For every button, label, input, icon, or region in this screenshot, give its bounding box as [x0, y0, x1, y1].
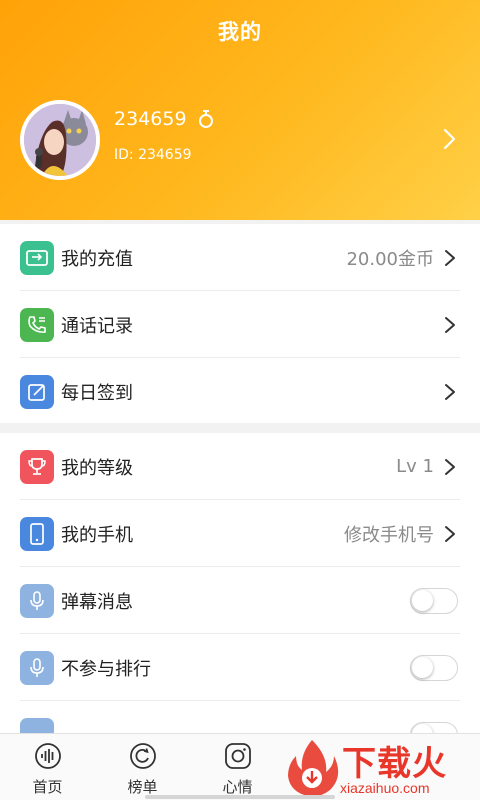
settings-group-account: 我的充值 20.00金币 通话记录 每日签到 — [0, 224, 480, 423]
camera-icon — [224, 743, 251, 769]
chevron-right-icon — [445, 249, 455, 266]
profile-header: 我的 234659 ID: 234659 — [0, 0, 480, 220]
tab-ranking[interactable]: 榜单 — [95, 734, 190, 800]
chevron-right-icon — [445, 316, 455, 333]
tab-mood[interactable]: 心情 — [190, 734, 285, 800]
username-text: 234659 — [114, 108, 187, 130]
microphone-icon — [20, 717, 54, 733]
tab-label: 榜单 — [127, 778, 158, 796]
toggle-knob — [412, 723, 433, 733]
level-value: Lv 1 — [396, 456, 434, 477]
coin-balance: 20.00金币 — [346, 248, 434, 270]
row-label: 我的充值 — [61, 248, 133, 270]
row-my-phone[interactable]: 我的手机 修改手机号 — [0, 500, 480, 567]
tab-label: 心情 — [222, 778, 253, 796]
user-id: ID: 234659 — [114, 147, 192, 163]
row-danmaku-messages: 弹幕消息 — [0, 567, 480, 634]
partial-toggle[interactable] — [410, 721, 458, 733]
call-log-icon — [20, 307, 54, 342]
username: 234659 — [114, 108, 215, 130]
flame-logo-icon — [288, 740, 339, 797]
tab-label: 首页 — [32, 778, 63, 796]
avatar[interactable] — [20, 100, 100, 180]
row-label: 不参与排行 — [61, 658, 151, 680]
row-label: 通话记录 — [61, 315, 133, 337]
row-no-ranking: 不参与排行 — [0, 634, 480, 701]
edit-icon — [20, 374, 54, 409]
trophy-icon — [20, 449, 54, 484]
chevron-right-icon — [445, 525, 455, 542]
danmaku-toggle[interactable] — [410, 587, 458, 614]
row-label: 弹幕消息 — [61, 591, 133, 613]
settings-group-preferences: 我的等级 Lv 1 我的手机 修改手机号 弹幕消息 不参与排行 — [0, 433, 480, 733]
ranking-toggle[interactable] — [410, 654, 458, 681]
row-call-log[interactable]: 通话记录 — [0, 291, 480, 358]
microphone-icon — [20, 583, 54, 618]
wallet-icon — [20, 240, 54, 275]
home-indicator — [145, 795, 335, 799]
row-label: 我的等级 — [61, 457, 133, 479]
toggle-knob — [412, 589, 433, 611]
refresh-icon — [129, 743, 156, 769]
chevron-right-icon — [445, 383, 455, 400]
gender-female-icon — [198, 110, 213, 128]
toggle-knob — [412, 656, 433, 678]
row-label: 我的手机 — [61, 524, 133, 546]
row-recharge[interactable]: 我的充值 20.00金币 — [0, 224, 480, 291]
watermark: 下载火 xiazaihuo.com — [282, 736, 480, 800]
change-phone-link: 修改手机号 — [344, 524, 434, 546]
tab-home[interactable]: 首页 — [0, 734, 95, 800]
row-label: 每日签到 — [61, 382, 133, 404]
phone-icon — [20, 516, 54, 551]
row-level[interactable]: 我的等级 Lv 1 — [0, 433, 480, 500]
watermark-brand: 下载火 — [342, 744, 447, 784]
chevron-right-icon[interactable] — [442, 128, 456, 150]
voice-wave-icon — [34, 743, 61, 769]
page-title: 我的 — [218, 20, 262, 44]
chevron-right-icon — [445, 458, 455, 475]
watermark-site: xiazaihuo.com — [340, 780, 430, 796]
microphone-icon — [20, 650, 54, 685]
row-daily-checkin[interactable]: 每日签到 — [0, 358, 480, 425]
row-partial — [0, 701, 480, 733]
